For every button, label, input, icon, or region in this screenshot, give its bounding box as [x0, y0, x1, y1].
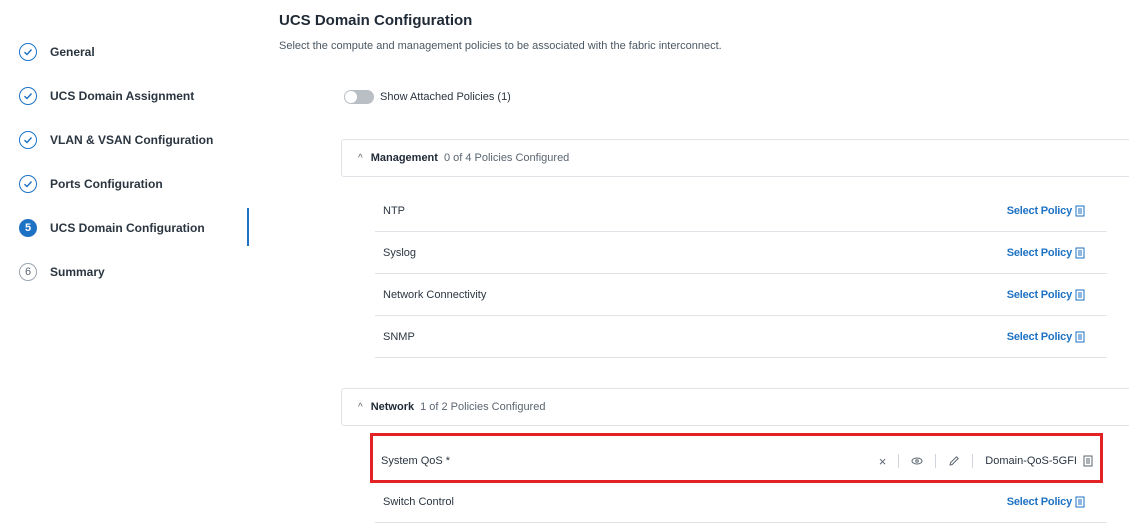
policy-row-switch-control: Switch Control Select Policy [375, 481, 1107, 523]
step-number-badge: 5 [19, 219, 37, 237]
step-number-badge: 6 [19, 263, 37, 281]
step-ports-configuration[interactable]: Ports Configuration [19, 172, 163, 196]
step-label: UCS Domain Configuration [50, 221, 205, 235]
select-policy-label: Select Policy [1006, 204, 1072, 217]
section-title: Management [370, 152, 438, 164]
step-label: Summary [50, 265, 105, 279]
selected-policy-value: Domain-QoS-5GFI [985, 455, 1077, 467]
check-icon [19, 131, 37, 149]
active-step-indicator [247, 208, 249, 246]
select-policy-label: Select Policy [1006, 246, 1072, 259]
page-subtitle: Select the compute and management polici… [279, 40, 722, 52]
eye-icon[interactable] [911, 455, 923, 467]
step-label: General [50, 45, 95, 59]
document-icon [1075, 496, 1085, 508]
chevron-up-icon: ^ [358, 152, 363, 164]
step-label: Ports Configuration [50, 177, 163, 191]
document-icon [1075, 289, 1085, 301]
show-attached-policies-toggle-row: Show Attached Policies (1) [344, 90, 511, 104]
toggle-label: Show Attached Policies (1) [380, 91, 511, 103]
divider [935, 454, 937, 468]
section-title: Network [370, 401, 415, 413]
document-icon [1075, 205, 1085, 217]
policy-name: NTP [383, 204, 405, 217]
policy-name: Switch Control [383, 495, 454, 508]
policy-name: SNMP [383, 330, 415, 343]
select-policy-button[interactable]: Select Policy [1007, 481, 1085, 522]
step-vlan-vsan-configuration[interactable]: VLAN & VSAN Configuration [19, 128, 213, 152]
pencil-icon[interactable] [948, 455, 960, 467]
select-policy-button[interactable]: Select Policy [1007, 316, 1085, 357]
select-policy-label: Select Policy [1006, 330, 1072, 343]
section-count: 1 of 2 Policies Configured [420, 401, 546, 413]
step-label: VLAN & VSAN Configuration [50, 133, 214, 147]
document-icon [1075, 247, 1085, 259]
policy-row-syslog: Syslog Select Policy [375, 232, 1107, 274]
chevron-up-icon: ^ [358, 401, 363, 413]
select-policy-button[interactable]: Select Policy [1007, 232, 1085, 273]
policy-name: Network Connectivity [383, 288, 487, 301]
wizard-sidebar: General UCS Domain Assignment VLAN & VSA… [0, 0, 250, 531]
page-title: UCS Domain Configuration [279, 12, 473, 29]
step-general[interactable]: General [19, 40, 95, 64]
clear-policy-button[interactable]: × [879, 454, 887, 469]
document-icon [1075, 331, 1085, 343]
step-ucs-domain-configuration[interactable]: 5 UCS Domain Configuration [19, 216, 205, 240]
section-count: 0 of 4 Policies Configured [443, 152, 570, 164]
policy-name: System QoS * [381, 455, 451, 467]
policy-name: Syslog [383, 246, 417, 259]
check-icon [19, 175, 37, 193]
check-icon [19, 43, 37, 61]
select-policy-button[interactable]: Select Policy [1007, 190, 1085, 231]
check-icon [19, 87, 37, 105]
policy-actions: × Domain-QoS-5GFI [879, 447, 1093, 475]
policy-row-network-connectivity: Network Connectivity Select Policy [375, 274, 1107, 316]
policy-row-ntp: NTP Select Policy [375, 190, 1107, 232]
step-label: UCS Domain Assignment [50, 89, 195, 103]
divider [898, 454, 900, 468]
step-ucs-domain-assignment[interactable]: UCS Domain Assignment [19, 84, 194, 108]
policy-row-snmp: SNMP Select Policy [375, 316, 1107, 358]
step-summary[interactable]: 6 Summary [19, 260, 105, 284]
select-policy-label: Select Policy [1006, 495, 1072, 508]
select-policy-button[interactable]: Select Policy [1007, 274, 1085, 315]
show-attached-policies-toggle[interactable] [344, 90, 374, 104]
policy-row-system-qos: System QoS * × Domain-QoS-5GFI [381, 447, 1093, 475]
toggle-knob [345, 91, 357, 103]
document-icon[interactable] [1083, 455, 1093, 467]
network-section-header[interactable]: ^ Network 1 of 2 Policies Configured [341, 388, 1129, 426]
select-policy-label: Select Policy [1006, 288, 1072, 301]
divider [972, 454, 974, 468]
management-section-header[interactable]: ^ Management 0 of 4 Policies Configured [341, 139, 1129, 177]
